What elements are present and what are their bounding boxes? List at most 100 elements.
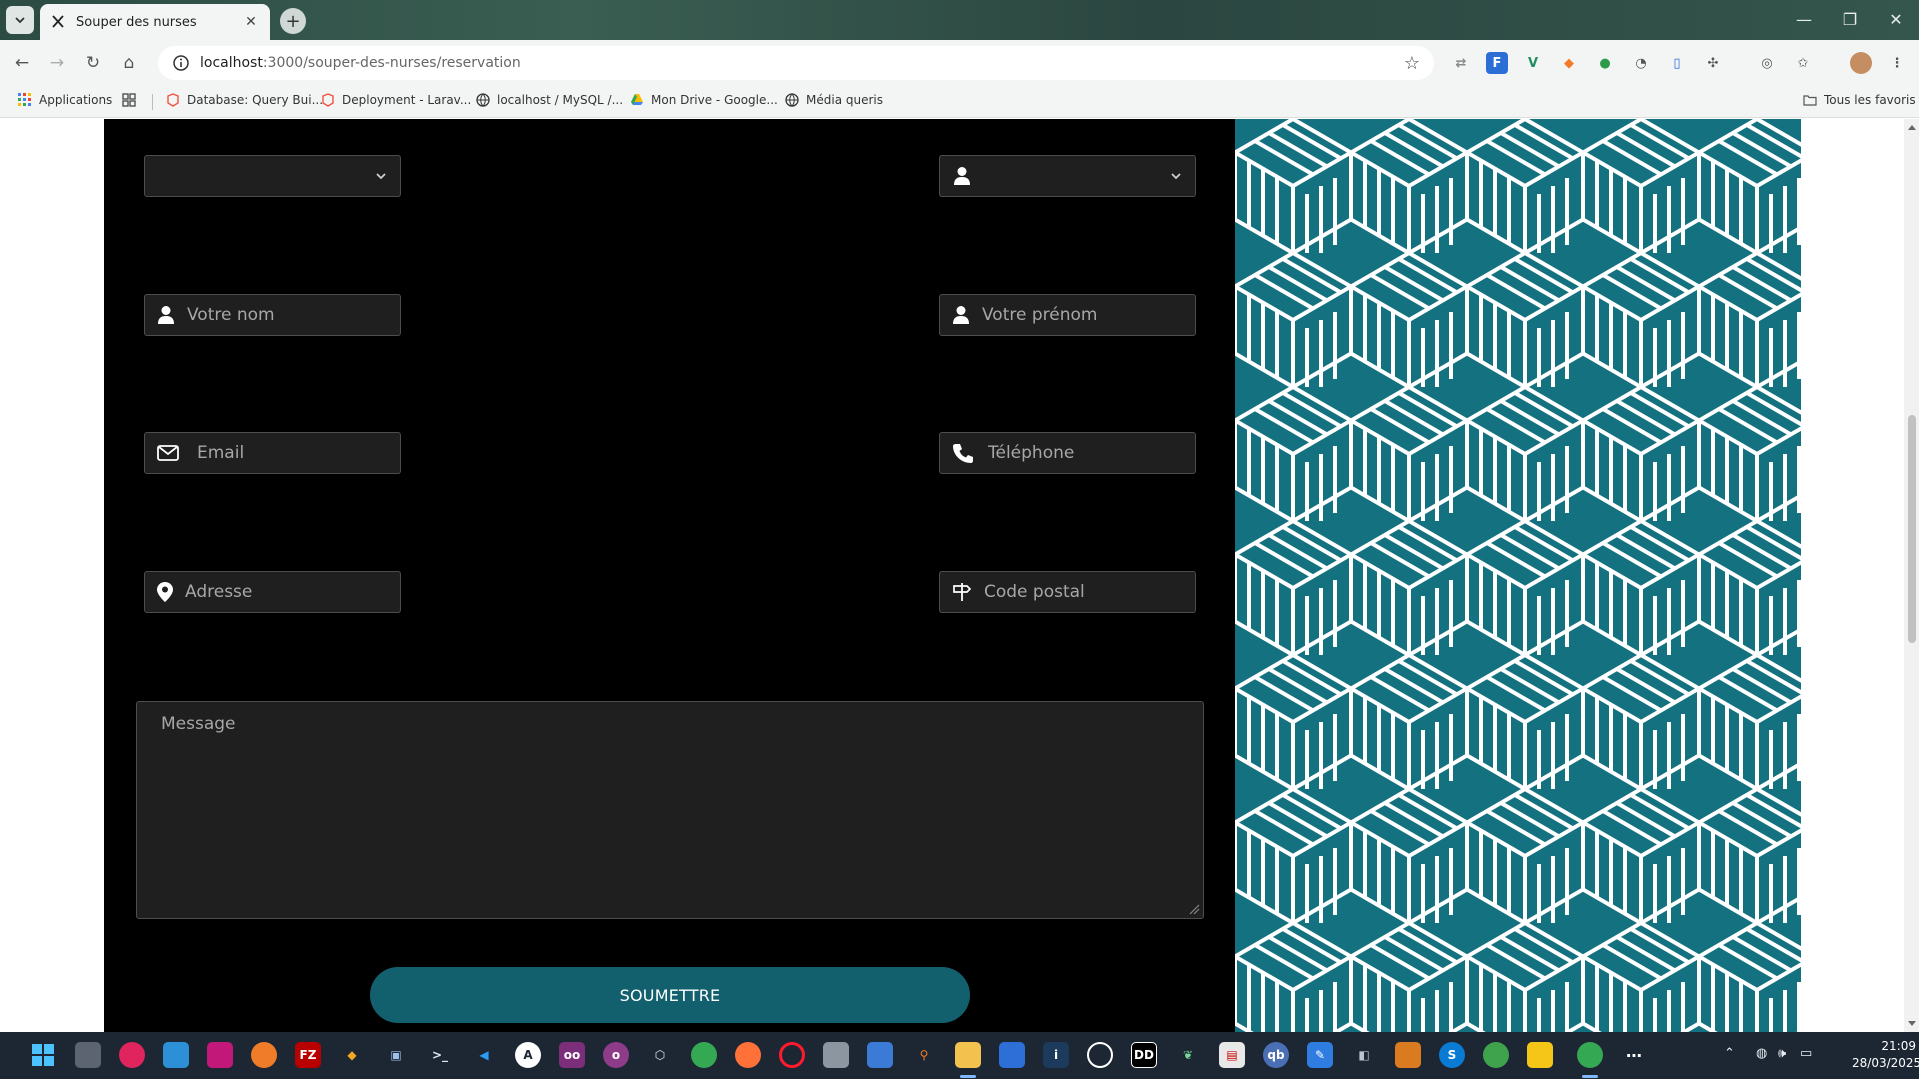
app-oo2-icon[interactable]: o: [603, 1042, 629, 1068]
close-icon[interactable]: ✕: [242, 14, 260, 30]
search-app-icon[interactable]: ⚲: [911, 1042, 937, 1068]
prenom-field[interactable]: [939, 294, 1201, 336]
app-info-icon[interactable]: i: [1043, 1042, 1069, 1068]
windows-start-icon[interactable]: [30, 1042, 56, 1068]
app-dd-icon[interactable]: DD: [1131, 1042, 1157, 1068]
app-diamond-icon[interactable]: ◆: [339, 1042, 365, 1068]
app-pink-icon[interactable]: [119, 1042, 145, 1068]
app-gray-icon[interactable]: [823, 1042, 849, 1068]
tray-expand-icon[interactable]: ⌃: [1724, 1046, 1735, 1061]
bookmark-deployment[interactable]: Deployment - Larav...: [321, 93, 471, 107]
select-left[interactable]: [144, 155, 401, 197]
bookmarks-manager-icon[interactable]: ✩: [1792, 52, 1814, 74]
app-oo-icon[interactable]: oo: [559, 1042, 585, 1068]
scrollbar-thumb[interactable]: [1908, 415, 1916, 643]
bookmark-applications[interactable]: Applications: [18, 93, 112, 107]
site-info-icon[interactable]: [172, 54, 190, 72]
message-textarea[interactable]: [136, 701, 1204, 919]
adresse-field[interactable]: [144, 571, 404, 613]
bookmark-phpmyadmin[interactable]: localhost / MySQL /...: [476, 93, 623, 107]
chrome-icon[interactable]: [691, 1042, 717, 1068]
app-azure-icon[interactable]: [999, 1042, 1025, 1068]
vscode-icon[interactable]: ◀: [471, 1042, 497, 1068]
app-doc-icon[interactable]: ▤: [1219, 1042, 1245, 1068]
new-tab-button[interactable]: +: [280, 8, 306, 34]
extension-globe-icon[interactable]: ●: [1594, 52, 1616, 74]
chevron-down-icon: [15, 17, 25, 24]
firefox-icon[interactable]: [735, 1042, 761, 1068]
submit-button[interactable]: SOUMETTRE: [370, 967, 970, 1023]
skype-icon[interactable]: S: [1439, 1042, 1465, 1068]
prenom-input[interactable]: [982, 305, 1201, 325]
app-magenta-icon[interactable]: [207, 1042, 233, 1068]
app-a-icon[interactable]: A: [515, 1042, 541, 1068]
task-view-icon[interactable]: [75, 1042, 101, 1068]
telephone-field[interactable]: [939, 432, 1207, 474]
email-input[interactable]: [197, 443, 416, 463]
app-pen-icon[interactable]: ✎: [1307, 1042, 1333, 1068]
app-orange-icon[interactable]: [1395, 1042, 1421, 1068]
chrome-active-icon[interactable]: [1577, 1042, 1603, 1068]
select-right[interactable]: [939, 155, 1196, 197]
screenshot-icon[interactable]: ◎: [1756, 52, 1778, 74]
qbittorrent-icon[interactable]: qb: [1263, 1042, 1289, 1068]
battery-icon[interactable]: ▭: [1800, 1046, 1812, 1061]
code-postal-input[interactable]: [984, 582, 1203, 602]
volume-icon[interactable]: 🕪: [1778, 1046, 1786, 1061]
app-leaf-icon[interactable]: ❦: [1175, 1042, 1201, 1068]
nom-field[interactable]: [144, 294, 406, 336]
bookmark-star-icon[interactable]: ☆: [1404, 53, 1420, 74]
extension-doc-icon[interactable]: ▯: [1666, 52, 1688, 74]
restore-icon[interactable]: ❐: [1838, 8, 1862, 32]
forward-icon[interactable]: →: [44, 50, 70, 76]
app-chart-icon[interactable]: [1483, 1042, 1509, 1068]
nom-input[interactable]: [187, 305, 406, 325]
resize-grip-icon[interactable]: [1186, 901, 1200, 915]
adresse-input[interactable]: [185, 582, 404, 602]
extension-fox-icon[interactable]: ◆: [1558, 52, 1580, 74]
app-postman-icon[interactable]: [251, 1042, 277, 1068]
taskbar-clock[interactable]: 21:09 28/03/2025: [1852, 1038, 1919, 1072]
file-explorer-icon[interactable]: [955, 1042, 981, 1068]
url-text: localhost:3000/souper-des-nurses/reserva…: [200, 55, 521, 71]
scroll-up-icon[interactable]: [1907, 123, 1917, 131]
terminal-icon[interactable]: >_: [427, 1042, 453, 1068]
app-yellow-icon[interactable]: [1527, 1042, 1553, 1068]
home-icon[interactable]: ⌂: [116, 50, 142, 76]
app-paper-icon[interactable]: ◧: [1351, 1042, 1377, 1068]
menu-kebab-icon[interactable]: ⋮: [1886, 52, 1908, 74]
extension-translate-icon[interactable]: ⇄: [1450, 52, 1472, 74]
bookmark-google-drive[interactable]: Mon Drive - Google...: [630, 93, 778, 107]
telephone-input[interactable]: [988, 443, 1207, 463]
opera-icon[interactable]: [779, 1042, 805, 1068]
app-circle-icon[interactable]: [1087, 1042, 1113, 1068]
code-postal-field[interactable]: [939, 571, 1203, 613]
filezilla-icon[interactable]: FZ: [295, 1042, 321, 1068]
browser-tab-strip: Souper des nurses ✕ + — ❐ ✕: [0, 0, 1919, 40]
bookmark-database-query[interactable]: Database: Query Bui...: [166, 93, 323, 107]
scroll-down-icon[interactable]: [1907, 1020, 1917, 1028]
browser-tab[interactable]: Souper des nurses ✕: [40, 4, 270, 40]
profile-avatar[interactable]: [1850, 52, 1872, 74]
all-bookmarks-folder[interactable]: Tous les favoris: [1803, 93, 1916, 107]
extension-vue-icon[interactable]: V: [1522, 52, 1544, 74]
bookmark-separator: [152, 94, 153, 110]
reload-icon[interactable]: ↻: [80, 50, 106, 76]
more-apps-icon[interactable]: ⋯: [1621, 1042, 1647, 1068]
extensions-puzzle-icon[interactable]: ✣: [1702, 52, 1724, 74]
app-store-icon[interactable]: [163, 1042, 189, 1068]
close-window-icon[interactable]: ✕: [1884, 8, 1908, 32]
microsoft-store-icon[interactable]: [867, 1042, 893, 1068]
tab-groups-icon[interactable]: [122, 93, 143, 107]
email-field[interactable]: [144, 432, 416, 474]
app-network-icon[interactable]: ▣: [383, 1042, 409, 1068]
extension-f-icon[interactable]: F: [1486, 52, 1508, 74]
minimize-icon[interactable]: —: [1792, 8, 1816, 32]
app-cube-icon[interactable]: ⬡: [647, 1042, 673, 1068]
back-icon[interactable]: ←: [9, 50, 35, 76]
bookmark-media-queris[interactable]: Média queris: [785, 93, 883, 107]
address-bar[interactable]: localhost:3000/souper-des-nurses/reserva…: [158, 46, 1434, 80]
tab-search-button[interactable]: [6, 6, 34, 34]
extension-clock-icon[interactable]: ◔: [1630, 52, 1652, 74]
network-icon[interactable]: ◍: [1756, 1046, 1767, 1061]
